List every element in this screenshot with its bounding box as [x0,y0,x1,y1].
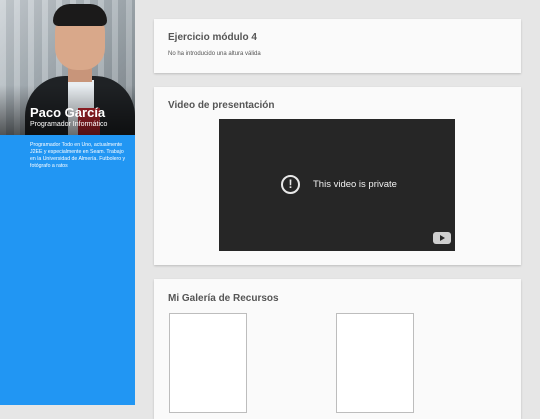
validation-message: No ha introducido una altura válida [168,51,261,57]
youtube-logo-icon[interactable] [433,232,451,244]
profile-name: Paco García [30,105,106,120]
gallery-item[interactable] [169,313,247,413]
gallery-item[interactable] [336,313,414,413]
alert-icon: ! [281,175,300,194]
video-status-text: This video is private [313,179,397,190]
profile-bio: Programador Todo en Uno, actualmente J2E… [30,142,126,169]
profile-role: Programador Informático [30,121,108,128]
gallery-title: Mi Galería de Recursos [168,293,279,304]
profile-sidebar: Paco García Programador Informático Prog… [0,0,135,405]
video-card: Video de presentación ! This video is pr… [154,87,521,265]
exercise-card: Ejercicio módulo 4 No ha introducido una… [154,19,521,73]
video-title: Video de presentación [168,100,275,111]
video-player[interactable]: ! This video is private [219,119,455,251]
gallery-card: Mi Galería de Recursos [154,279,521,419]
profile-photo: Paco García Programador Informático [0,0,135,135]
exercise-title: Ejercicio módulo 4 [168,32,257,43]
